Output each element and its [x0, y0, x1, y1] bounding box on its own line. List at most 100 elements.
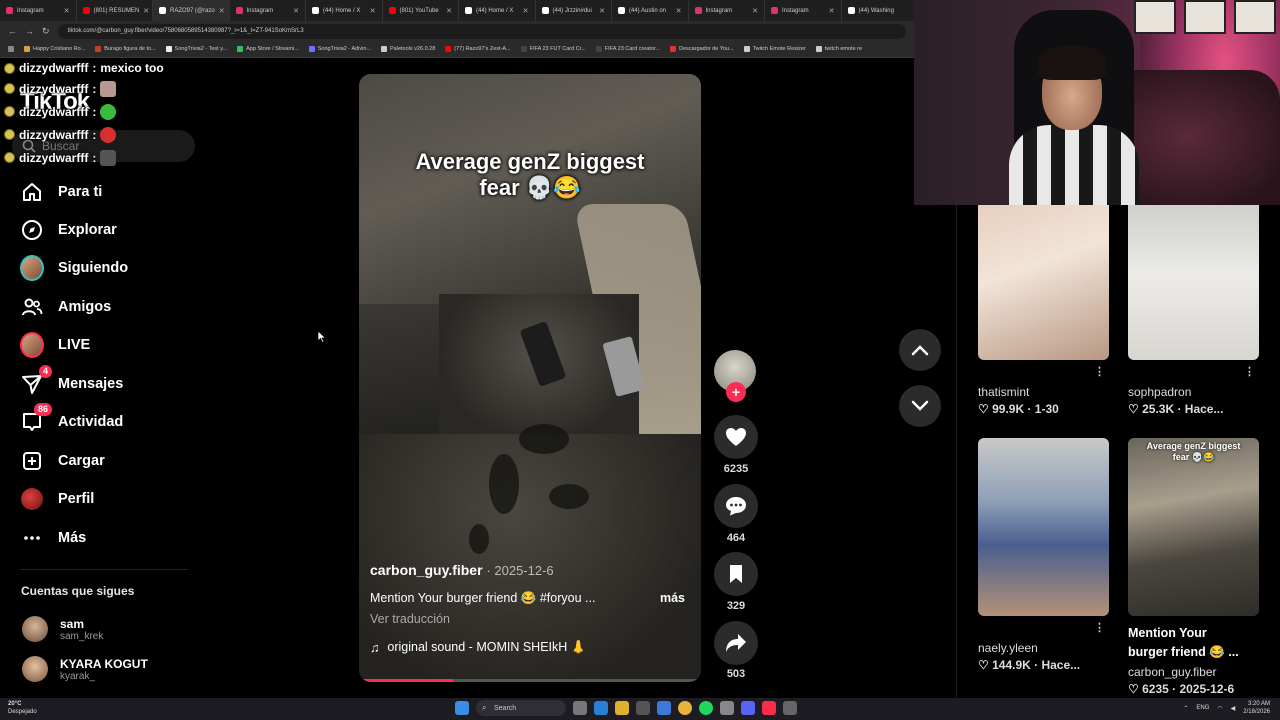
sound-link[interactable]: ♫ original sound - MOMIN SHEIkH 👃	[370, 640, 586, 655]
browser-tab[interactable]: Instagram ✕	[689, 0, 765, 21]
more-options-icon[interactable]: ⋮	[1094, 365, 1105, 378]
sidebar-item-amigos[interactable]: Amigos	[20, 295, 111, 319]
bookmark[interactable]: twitch emote re	[815, 46, 862, 52]
bookmark[interactable]: SongTrivia2 - Test y...	[165, 46, 227, 52]
more-options-icon[interactable]: ⋮	[1094, 621, 1105, 634]
reload-icon[interactable]: ↻	[42, 26, 50, 37]
store-icon[interactable]	[636, 701, 650, 715]
sidebar-item-para-ti[interactable]: Para ti	[20, 180, 102, 204]
browser-tab[interactable]: (44) Home / X ✕	[459, 0, 536, 21]
close-icon[interactable]: ✕	[676, 7, 682, 15]
close-icon[interactable]: ✕	[293, 7, 299, 15]
bookmark[interactable]: FIFA 23 Card creator...	[595, 46, 660, 52]
comment-button[interactable]	[714, 484, 758, 528]
previous-video-button[interactable]	[899, 329, 941, 371]
browser-tab[interactable]: Instagram ✕	[230, 0, 306, 21]
windows-start-icon[interactable]	[455, 701, 469, 715]
translate-link[interactable]: Ver traducción	[370, 612, 450, 626]
stream-chat-overlay: dizzydwarfff: mexico too dizzydwarfff: di…	[4, 59, 204, 169]
video-card[interactable]: Average genZ biggest fear 💀😂 Mention You…	[1128, 438, 1259, 696]
follow-button[interactable]: +	[726, 382, 746, 402]
bookmark[interactable]: Burago figura de to...	[95, 46, 156, 52]
app-icon[interactable]	[783, 701, 797, 715]
edge-icon[interactable]	[594, 701, 608, 715]
close-icon[interactable]: ✕	[219, 7, 225, 15]
back-icon[interactable]: ←	[8, 26, 17, 36]
weather-widget[interactable]: 20°C Despejado	[8, 700, 37, 716]
sidebar-item-label: LIVE	[58, 337, 91, 353]
sidebar-item-siguiendo[interactable]: Siguiendo	[20, 255, 128, 281]
browser-tab[interactable]: (801) YouTube ✕	[383, 0, 459, 21]
sidebar-item-cargar[interactable]: Cargar	[20, 449, 105, 473]
browser-tab[interactable]: Instagram ✕	[0, 0, 77, 21]
volume-icon[interactable]: ◀	[1231, 705, 1236, 712]
browser-tab[interactable]: (801) RESUMEN ✕	[77, 0, 153, 21]
taskbar-search[interactable]: ⌕ Search	[476, 700, 566, 716]
browser-tab[interactable]: (44) Austin on ✕	[612, 0, 689, 21]
url-field[interactable]: tiktok.com/@carbon_guy.fiber/video/75806…	[57, 23, 906, 39]
save-button[interactable]	[714, 552, 758, 596]
browser-tab[interactable]: (44) Washing	[842, 0, 915, 21]
video-card[interactable]: ⋮ naely.yleen ♡ 144.9K · Hace...	[978, 438, 1109, 672]
bookmark[interactable]: App Store / Streami...	[237, 46, 299, 52]
expand-description-button[interactable]: más	[660, 591, 685, 605]
following-account[interactable]: KYARA KOGUT kyarak_	[22, 656, 148, 682]
share-button[interactable]	[714, 621, 758, 665]
video-progress-bar[interactable]	[363, 679, 697, 682]
browser-tab-bar: Instagram ✕ (801) RESUMEN ✕ RAZO97 (@razo ✕…	[0, 0, 914, 21]
chrome-icon[interactable]	[678, 701, 692, 715]
chat-separator: :	[92, 127, 97, 142]
more-options-icon[interactable]: ⋮	[1244, 365, 1255, 378]
browser-tab[interactable]: Instagram ✕	[765, 0, 842, 21]
task-view-icon[interactable]	[573, 701, 587, 715]
chat-user: dizzydwarfff	[19, 81, 89, 96]
bookmark[interactable]: Paletools v26.0.28	[381, 46, 435, 52]
like-button[interactable]	[714, 415, 758, 459]
browser-tab[interactable]: (44) Jrzzin#dui ✕	[536, 0, 612, 21]
video-thumbnail: Average genZ biggest fear 💀😂	[1128, 438, 1259, 616]
mail-icon[interactable]	[657, 701, 671, 715]
sidebar-item-actividad[interactable]: 86 Actividad	[20, 403, 123, 434]
video-player[interactable]: Average genZ biggest fear 💀😂 carbon_guy.…	[359, 74, 701, 682]
sidebar-item-live[interactable]: LIVE	[20, 332, 91, 358]
sidebar-item-explorar[interactable]: Explorar	[20, 218, 117, 242]
close-icon[interactable]: ✕	[446, 7, 452, 15]
file-explorer-icon[interactable]	[615, 701, 629, 715]
sidebar-item-perfil[interactable]: Perfil	[20, 487, 94, 511]
forward-icon[interactable]: →	[25, 26, 34, 36]
bookmark[interactable]: Twitch Emote Resizer	[743, 46, 806, 52]
bookmark[interactable]: SongTrivia2 - Adivin...	[308, 46, 371, 52]
close-icon[interactable]: ✕	[599, 7, 605, 15]
notification-badge: 86	[33, 403, 52, 416]
bookmark[interactable]: Descargador de You...	[670, 46, 734, 52]
bookmark[interactable]: (77) Razo97's Zest-A...	[445, 46, 511, 52]
close-icon[interactable]: ✕	[523, 7, 529, 15]
obs-icon[interactable]	[720, 701, 734, 715]
author-link[interactable]: carbon_guy.fiber	[370, 562, 483, 578]
discord-icon[interactable]	[741, 701, 755, 715]
browser-tab[interactable]: (44) Home / X ✕	[306, 0, 383, 21]
following-account[interactable]: sam sam_krek	[22, 616, 103, 642]
sidebar-item-label: Perfil	[58, 491, 95, 507]
close-icon[interactable]: ✕	[64, 7, 70, 15]
next-video-button[interactable]	[899, 385, 941, 427]
close-icon[interactable]: ✕	[370, 7, 376, 15]
spotify-icon[interactable]	[699, 701, 713, 715]
close-icon[interactable]: ✕	[143, 7, 149, 15]
sidebar-item-mas[interactable]: Más	[20, 526, 86, 550]
tray-chevron-icon[interactable]: ⌃	[1183, 705, 1188, 712]
video-card[interactable]: ⋮ sophpadron ♡ 25.3K · Hace...	[1128, 205, 1259, 416]
wifi-icon[interactable]: ◠	[1217, 705, 1222, 712]
browser-tab[interactable]: RAZO97 (@razo ✕	[153, 0, 230, 21]
close-icon[interactable]: ✕	[752, 7, 758, 15]
clock[interactable]: 3:20 AM 2/18/2026	[1243, 700, 1270, 716]
bookmark[interactable]	[8, 46, 14, 52]
bookmark[interactable]: FIFA 23 FUT Card Cr...	[520, 46, 586, 52]
sidebar-item-label: Cargar	[58, 453, 105, 469]
music-icon[interactable]	[762, 701, 776, 715]
language-indicator[interactable]: ENG	[1196, 705, 1209, 711]
sidebar-item-mensajes[interactable]: 4 Mensajes	[20, 365, 123, 396]
bookmark[interactable]: Happy Cristiano Ro...	[24, 46, 85, 52]
close-icon[interactable]: ✕	[829, 7, 835, 15]
video-card[interactable]: ⋮ thatismint ♡ 99.9K · 1-30	[978, 205, 1109, 416]
